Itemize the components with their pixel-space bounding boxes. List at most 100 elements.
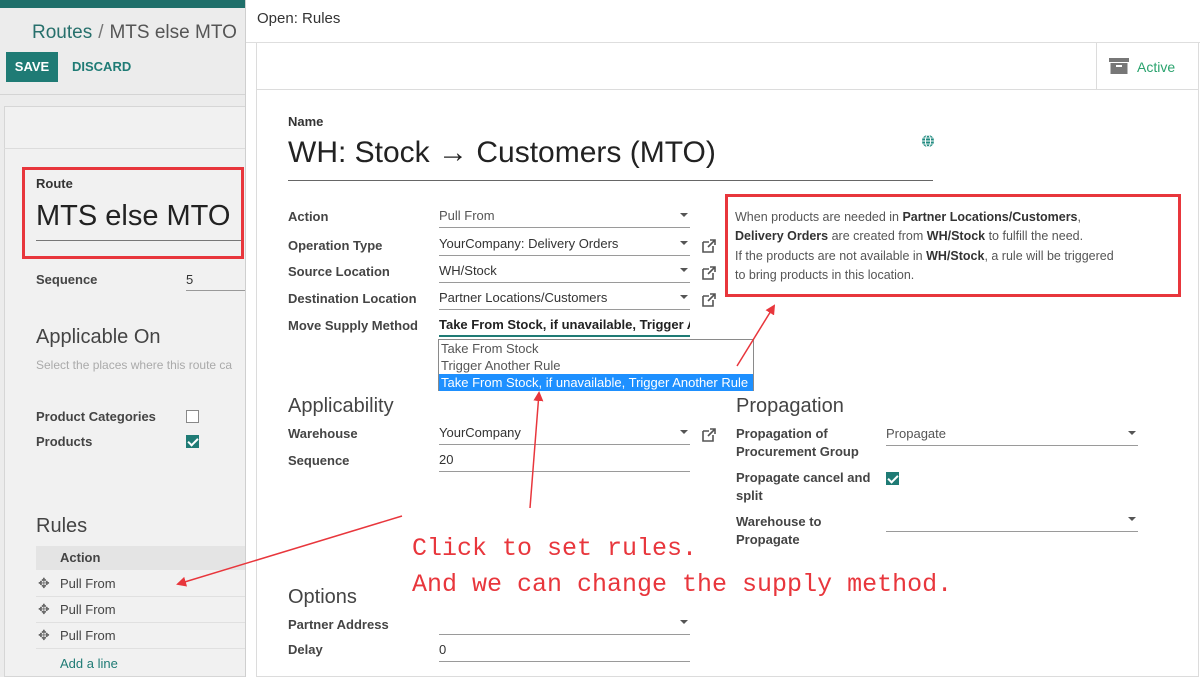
route-highlight-box [22,167,244,259]
external-link-icon[interactable] [701,427,717,443]
propagation-title: Propagation [736,395,844,417]
rules-action-column[interactable]: Action [60,550,100,565]
chevron-down-icon [1128,517,1136,521]
delay-label: Delay [288,642,323,657]
archive-icon [1109,58,1129,74]
product-categories-label: Product Categories [36,409,156,424]
supply-option-trigger-another-rule[interactable]: Trigger Another Rule [439,357,753,374]
products-checkbox[interactable] [186,435,199,448]
supply-option-mts-else-mto[interactable]: Take From Stock, if unavailable, Trigger… [439,374,753,391]
breadcrumb: Routes / MTS else MTO [32,22,237,44]
rules-table-header: Action [36,546,245,570]
sequence-underline [186,290,245,291]
chevron-down-icon [680,295,688,299]
sequence-field[interactable]: 5 [186,272,193,287]
propagate-cancel-label-line1: Propagate cancel and [736,470,871,485]
move-supply-method-label: Move Supply Method [288,318,418,333]
delay-field[interactable]: 0 [439,642,690,662]
warehouse-to-propagate-label: Warehouse to Propagate [736,514,821,547]
move-supply-method-select[interactable]: Take From Stock, if unavailable, Trigger… [439,317,690,337]
destination-location-select[interactable]: Partner Locations/Customers [439,290,690,310]
partner-address-label: Partner Address [288,617,389,632]
help-line-2: Delivery Orders are created from WH/Stoc… [735,229,1084,243]
drag-handle-icon[interactable]: ✥ [38,601,50,618]
warehouse-value: YourCompany [439,425,521,440]
warehouse-to-propagate-label-line2: Propagate [736,532,800,547]
breadcrumb-separator: / [98,22,104,43]
dialog-title: Open: Rules [257,10,341,27]
rule-help-box: When products are needed in Partner Loca… [725,194,1181,297]
destination-location-value: Partner Locations/Customers [439,290,608,305]
action-value: Pull From [439,208,495,223]
propagate-cancel-label: Propagate cancel and split [736,470,870,503]
action-select[interactable]: Pull From [439,208,690,228]
destination-location-label: Destination Location [288,291,417,306]
warehouse-select[interactable]: YourCompany [439,425,690,445]
rule-name-field[interactable]: WH: Stock → Customers (MTO) [288,136,716,170]
chevron-down-icon [680,213,688,217]
sequence-label: Sequence [36,272,98,287]
annotation-line-1: Click to set rules. [412,534,698,563]
options-title: Options [288,586,357,608]
rules-title: Rules [36,515,88,537]
breadcrumb-routes-link[interactable]: Routes [32,22,92,43]
operation-type-label: Operation Type [288,238,383,253]
rule-row[interactable]: ✥ Pull From [36,571,245,597]
save-button[interactable]: SAVE [6,52,58,82]
active-toggle-button[interactable]: Active [1096,43,1200,89]
warehouse-to-propagate-select[interactable] [886,512,1138,532]
button-box-divider [256,89,1199,90]
chevron-down-icon [680,430,688,434]
globe-icon[interactable] [921,134,935,148]
annotation-line-2: And we can change the supply method. [412,570,953,599]
discard-button[interactable]: DISCARD [72,59,131,74]
products-label: Products [36,434,93,449]
rule-row[interactable]: ✥ Pull From [36,623,245,649]
help-line-4: to bring products in this location. [735,268,915,282]
supply-method-dropdown: Take From Stock Trigger Another Rule Tak… [438,339,754,391]
rule-sequence-label: Sequence [288,453,350,468]
rule-action: Pull From [60,576,116,591]
control-panel-divider [0,94,245,95]
add-a-line-link[interactable]: Add a line [60,656,118,671]
applicable-on-subtitle: Select the places where this route ca [36,358,233,372]
breadcrumb-current: MTS else MTO [109,22,237,43]
applicable-on-title: Applicable On [36,326,161,348]
propagation-group-label-line2: Procurement Group [736,444,859,459]
external-link-icon[interactable] [701,238,717,254]
chevron-down-icon [680,268,688,272]
external-link-icon[interactable] [701,292,717,308]
chevron-down-icon [1128,431,1136,435]
rule-action: Pull From [60,602,116,617]
help-line-1: When products are needed in Partner Loca… [735,210,1081,224]
propagate-cancel-checkbox[interactable] [886,472,899,485]
warehouse-to-propagate-label-line1: Warehouse to [736,514,822,529]
rule-row[interactable]: ✥ Pull From [36,597,245,623]
product-categories-checkbox[interactable] [186,410,199,423]
drag-handle-icon[interactable]: ✥ [38,627,50,644]
sheet-divider [4,148,245,149]
rule-action: Pull From [60,628,116,643]
propagation-group-label: Propagation of Procurement Group [736,426,859,459]
source-location-select[interactable]: WH/Stock [439,263,690,283]
applicability-title: Applicability [288,395,394,417]
propagate-cancel-label-line2: split [736,488,763,503]
rule-sequence-field[interactable]: 20 [439,452,690,472]
warehouse-label: Warehouse [288,426,358,441]
source-location-value: WH/Stock [439,263,497,278]
drag-handle-icon[interactable]: ✥ [38,575,50,592]
propagation-group-select[interactable]: Propagate [886,426,1138,446]
help-line-3: If the products are not available in WH/… [735,249,1114,263]
action-label: Action [288,209,329,224]
propagation-group-value: Propagate [886,426,946,441]
rule-name-underline [288,180,933,181]
partner-address-select[interactable] [439,615,690,635]
operation-type-value: YourCompany: Delivery Orders [439,236,619,251]
operation-type-select[interactable]: YourCompany: Delivery Orders [439,236,690,256]
propagation-group-label-line1: Propagation of [736,426,828,441]
active-label: Active [1137,59,1176,75]
external-link-icon[interactable] [701,265,717,281]
supply-option-take-from-stock[interactable]: Take From Stock [439,340,753,357]
chevron-down-icon [680,241,688,245]
chevron-down-icon [680,620,688,624]
